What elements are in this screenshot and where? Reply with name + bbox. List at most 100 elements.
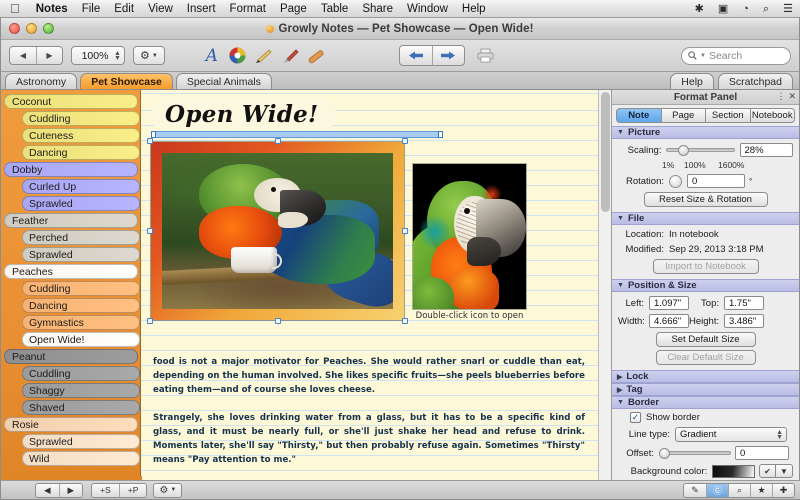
show-border-row[interactable]: ✓ Show border (630, 412, 793, 423)
menu-item-edit[interactable]: Edit (107, 0, 141, 18)
scaling-slider[interactable] (666, 144, 735, 156)
disclosure-triangle-closed-icon[interactable]: ▶ (617, 373, 622, 381)
page-next-button[interactable]: ▶ (36, 47, 62, 64)
sidebar-item-sprawled[interactable]: Sprawled (22, 434, 140, 449)
note-title-text-box[interactable]: Open Wide! (151, 98, 337, 133)
note-canvas[interactable]: Open Wide! Double-click icon to open foo… (141, 90, 611, 482)
top-value-field[interactable]: 1.75" (724, 296, 764, 310)
colors-panel-button[interactable] (225, 43, 251, 69)
sidebar-item-cuddling[interactable]: Cuddling (22, 366, 140, 381)
close-window-button[interactable] (9, 23, 20, 34)
sidebar-item-sprawled[interactable]: Sprawled (22, 247, 140, 262)
resize-handle-tr[interactable] (402, 138, 408, 144)
pen-icon[interactable]: ✎ (684, 484, 706, 497)
scaling-value-field[interactable]: 28% (739, 143, 793, 157)
growly-icon[interactable]: Ⓖ (706, 483, 728, 497)
set-default-size-button[interactable]: Set Default Size (655, 332, 756, 347)
nav-back-button[interactable] (400, 46, 432, 65)
spotlight-search-icon[interactable]: ⌕ (756, 0, 776, 18)
highlighter-tool-button[interactable] (303, 43, 329, 69)
rotation-dial[interactable] (669, 174, 682, 188)
menu-item-share[interactable]: Share (355, 0, 400, 18)
disclosure-triangle-open-icon[interactable]: ▼ (617, 215, 624, 222)
tab-note[interactable]: Note (616, 108, 662, 123)
group-header-border[interactable]: ▼ Border (612, 396, 799, 409)
disclosure-triangle-closed-icon[interactable]: ▶ (617, 386, 622, 394)
document-proxy-icon[interactable] (266, 24, 275, 33)
menu-item-window[interactable]: Window (400, 0, 455, 18)
line-type-popup[interactable]: Gradient ▲ ▼ (675, 427, 787, 442)
zoom-icon[interactable]: ⌕ (728, 483, 750, 497)
background-color-menu-icon[interactable]: ▼ (776, 464, 793, 478)
resize-handle-br[interactable] (402, 318, 408, 324)
history-nav-segment[interactable] (398, 45, 465, 66)
prev-page-button[interactable]: ◀ (36, 484, 59, 497)
menu-item-table[interactable]: Table (314, 0, 356, 18)
page-nav-segment[interactable]: ◀ ▶ (9, 46, 63, 65)
resize-handle-ml[interactable] (147, 228, 153, 234)
resize-handle-mr[interactable] (402, 228, 408, 234)
selection-handle-right[interactable] (438, 131, 443, 138)
sidebar-item-cuddling[interactable]: Cuddling (22, 111, 140, 126)
tab-astronomy[interactable]: Astronomy (5, 73, 78, 89)
battery-icon[interactable]: ▣ (711, 0, 735, 18)
page-prev-button[interactable]: ◀ (10, 47, 36, 64)
add-page-button[interactable]: +P (118, 483, 147, 497)
note-body-text[interactable]: food is not a major motivator for Peache… (153, 355, 585, 482)
next-page-button[interactable]: ▶ (58, 483, 83, 497)
print-button[interactable] (473, 43, 499, 69)
add-icon[interactable]: ✚ (772, 483, 794, 497)
menu-item-format[interactable]: Format (223, 0, 273, 18)
wifi-icon[interactable]: ◔ (735, 0, 756, 18)
resize-handle-bl[interactable] (147, 318, 153, 324)
sidebar-item-shaggy[interactable]: Shaggy (22, 383, 140, 398)
menu-item-help[interactable]: Help (455, 0, 493, 18)
sidebar-item-perched[interactable]: Perched (22, 230, 140, 245)
add-section-button[interactable]: +S (92, 484, 119, 497)
sidebar-item-curled-up[interactable]: Curled Up (22, 179, 140, 194)
group-header-position-size[interactable]: ▼ Position & Size (612, 279, 799, 292)
pencil-tool-button[interactable] (251, 43, 277, 69)
disclosure-triangle-open-icon[interactable]: ▼ (617, 399, 624, 406)
reset-size-rotation-button[interactable]: Reset Size & Rotation (643, 192, 768, 207)
tab-scratchpad[interactable]: Scratchpad (717, 73, 793, 89)
group-header-file[interactable]: ▼ File (612, 212, 799, 225)
resize-handle-bc[interactable] (274, 318, 281, 324)
tab-pet-showcase[interactable]: Pet Showcase (80, 73, 173, 89)
height-value-field[interactable]: 3.486" (724, 314, 764, 328)
toolbar-action-gear-button[interactable]: ⚙ ▼ (132, 46, 165, 65)
sidebar-item-gymnastics[interactable]: Gymnastics (22, 315, 140, 330)
view-mode-segment[interactable]: ✎ Ⓖ ⌕ ★ ✚ (683, 482, 795, 498)
group-header-picture[interactable]: ▼ Picture (612, 126, 799, 139)
sidebar-item-peanut[interactable]: Peanut (4, 349, 138, 364)
page-list-sidebar[interactable]: Coconut Cuddling Cuteness Dancing Dobby Curle… (1, 90, 141, 482)
tab-page[interactable]: Page (661, 108, 706, 123)
selection-handle-left[interactable] (151, 131, 156, 138)
window-title-bar[interactable]: Growly Notes — Pet Showcase — Open Wide! (1, 18, 799, 40)
page-navigation-segment[interactable]: ◀ ▶ (35, 482, 84, 498)
menu-item-notes[interactable]: Notes (29, 0, 75, 18)
slider-knob[interactable] (659, 447, 670, 459)
sidebar-item-open-wide[interactable]: Open Wide! (22, 332, 140, 347)
offset-slider[interactable] (659, 447, 731, 459)
resize-grip-icon[interactable]: ⋮ (776, 91, 785, 102)
framed-picture-object[interactable] (147, 138, 408, 324)
background-color-swatch[interactable] (712, 464, 755, 478)
width-value-field[interactable]: 4.666" (649, 314, 689, 328)
font-panel-button[interactable]: A (199, 43, 225, 69)
sidebar-item-cuddling[interactable]: Cuddling (22, 281, 140, 296)
sidebar-item-shaved[interactable]: Shaved (22, 400, 140, 415)
resize-handle-tc[interactable] (274, 138, 281, 144)
group-header-tag[interactable]: ▶ Tag (612, 383, 799, 396)
show-border-checkbox[interactable]: ✓ (630, 412, 641, 423)
clear-default-size-button[interactable]: Clear Default Size (655, 350, 756, 365)
menu-item-view[interactable]: View (141, 0, 180, 18)
bluetooth-icon[interactable]: ✱ (688, 0, 711, 18)
add-items-segment[interactable]: +S +P (91, 482, 148, 498)
sidebar-item-rosie[interactable]: Rosie (4, 417, 138, 432)
file-icon-picture-object[interactable] (413, 164, 526, 309)
sidebar-item-dobby[interactable]: Dobby (4, 162, 138, 177)
minimize-window-button[interactable] (26, 23, 37, 34)
sidebar-item-coconut[interactable]: Coconut (4, 94, 138, 109)
rotation-value-field[interactable]: 0 (687, 174, 745, 188)
